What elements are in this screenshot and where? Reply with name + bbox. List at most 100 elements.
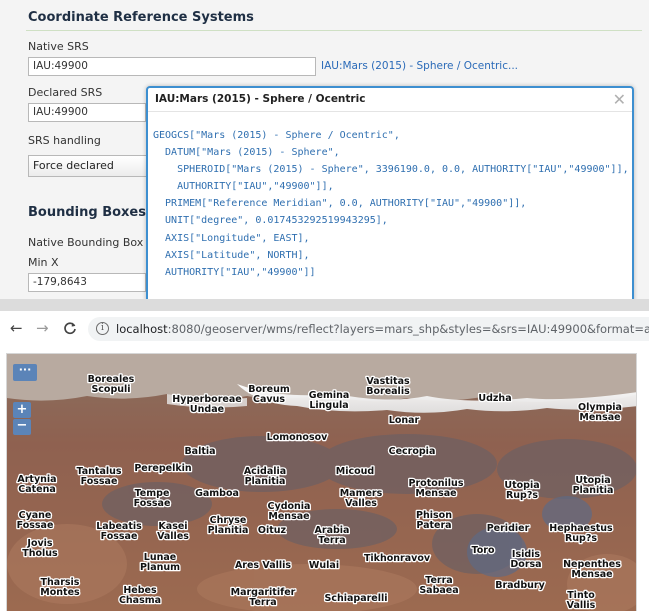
map-feature-label: Nepenthes Mensae [563,559,621,580]
map-feature-label: Cyane Fossae [17,510,54,531]
map-feature-label-line: Planitia [245,476,286,487]
map-feature-label: Phison Patera [416,510,452,531]
map-feature-label: Utopia Planitia [573,475,614,496]
map-feature-label-line: Planitia [208,525,249,536]
map-feature-label-line: Schiaparelli [324,593,387,604]
srs-wkt-popup: IAU:Mars (2015) - Sphere / Ocentric ✕ GE… [146,86,634,299]
map-feature-label: Baltia [184,446,215,457]
address-bar[interactable]: i localhost:8080/geoserver/wms/reflect?l… [88,317,649,341]
minx-label: Min X [28,256,59,269]
map-feature-label-line: Cecropia [389,446,436,457]
map-feature-label: Isidis Dorsa [510,549,541,570]
map-feature-label-line: Mensae [571,569,612,580]
map-feature-label-line: Fossae [17,520,54,531]
map-feature-label-line: Bradbury [495,580,545,591]
layer-config-panel: Coordinate Reference Systems Native SRS … [0,0,649,299]
map-feature-label-line: Sabaea [419,585,458,596]
url-host: localhost [116,322,168,336]
reload-icon[interactable] [63,319,77,339]
map-feature-label-line: Planum [140,562,180,573]
declared-srs-field[interactable]: IAU:49900 [28,103,146,122]
map-feature-label: Tharsis Montes [40,577,80,598]
map-feature-label-line: Tikhonravov [364,553,431,564]
map-feature-label: Gamboa [195,488,239,499]
map-feature-label-line: Fossae [101,531,138,542]
url-path: :8080/geoserver/wms/reflect?layers=mars_… [167,322,649,336]
map-feature-label-line: Rup?s [565,533,597,544]
layer-switcher-button[interactable]: ··· [13,364,37,381]
map-feature-label: Lomonosov [267,432,328,443]
map-feature-label: Tempe Fossae [134,488,171,509]
map-feature-label: Perepelkin [134,463,192,474]
map-feature-label: Artynia Catena [17,474,56,495]
map-feature-label-line: Catena [18,484,56,495]
map-feature-label-line: Udzha [478,393,511,404]
map-feature-label-line: Borealis [366,386,410,397]
mars-map[interactable]: Boreales Scopuli Boreum Cavus Vastitas Boreal… [7,354,637,611]
map-feature-label: Olympia Mensae [578,402,622,423]
map-viewport[interactable]: Boreales Scopuli Boreum Cavus Vastitas Boreal… [6,353,637,611]
map-feature-label-line: Tholus [22,548,58,559]
map-feature-label: Ares Vallis [235,560,291,571]
map-feature-label: Tantalus Fossae [76,466,121,487]
section-divider [26,30,642,31]
native-srs-field[interactable]: IAU:49900 [28,57,316,76]
map-feature-label: Chryse Planitia [208,515,249,536]
map-feature-label-line: Chasma [119,595,161,606]
forward-arrow-icon[interactable]: → [36,319,49,337]
zoom-out-button[interactable]: − [13,419,31,435]
map-feature-label: Oituz [258,525,287,536]
map-feature-label-line: Vallis [567,600,596,611]
map-feature-label-line: Fossae [134,498,171,509]
map-feature-label-line: Lomonosov [267,432,328,443]
map-feature-label-line: Micoud [336,466,374,477]
map-feature-label: Cydonia Mensae [268,501,311,522]
wkt-definition: GEOGCS["Mars (2015) - Sphere / Ocentric"… [153,130,629,278]
map-feature-label-line: Fossae [81,476,118,487]
map-feature-label: Boreales Scopuli [88,374,135,395]
map-feature-label: Wulai [309,560,339,571]
browser-toolbar: ← → i localhost:8080/geoserver/wms/refle… [0,311,649,347]
srs-handling-select[interactable]: Force declared [28,155,158,177]
back-arrow-icon[interactable]: ← [10,319,23,337]
map-feature-label-line: Wulai [309,560,339,571]
zoom-in-button[interactable]: + [13,402,31,418]
map-feature-label-line: Montes [40,587,80,598]
map-feature-label: Toro [472,545,495,556]
map-feature-label: Bradbury [495,580,545,591]
map-feature-label-line: Mensae [579,412,620,423]
map-feature-label: Labeatis Fossae [96,521,142,542]
info-icon[interactable]: i [96,322,109,335]
bounding-boxes-title: Bounding Boxes [28,205,146,220]
map-feature-label-line: Patera [416,520,451,531]
map-feature-label-line: Toro [472,545,495,556]
map-feature-label: Schiaparelli [324,593,387,604]
map-feature-label: Utopia Rup?s [504,480,539,501]
map-feature-label-line: Rup?s [506,490,538,501]
map-feature-label: Tikhonravov [364,553,431,564]
map-feature-label: Boreum Cavus [248,384,290,405]
map-feature-label: Tinto Vallis [567,590,596,611]
map-feature-label-line: Ares Vallis [235,560,291,571]
map-feature-label-line: Lonar [389,415,420,426]
map-feature-label: Hebes Chasma [119,585,161,606]
native-srs-label: Native SRS [28,40,89,53]
map-feature-label-line: Planitia [573,485,614,496]
map-feature-label-line: Lingula [309,400,348,411]
map-feature-label: Udzha [478,393,511,404]
map-feature-label: Gemina Lingula [309,390,350,411]
map-feature-label-line: Terra [318,535,345,546]
close-icon[interactable]: ✕ [613,91,626,109]
minx-field[interactable]: -179,8643 [28,273,146,292]
map-feature-label-line: Mensae [268,511,309,522]
declared-srs-label: Declared SRS [28,86,103,99]
map-feature-label-line: Baltia [184,446,215,457]
map-feature-label-line: Gamboa [195,488,239,499]
map-feature-label-line: Mensae [415,488,456,499]
browser-window: ← → i localhost:8080/geoserver/wms/refle… [0,311,649,611]
map-feature-label: Lunae Planum [140,552,180,573]
map-feature-label-line: Scopuli [91,384,130,395]
popup-title: IAU:Mars (2015) - Sphere / Ocentric [155,93,366,105]
native-srs-link[interactable]: IAU:Mars (2015) - Sphere / Ocentric... [321,60,518,72]
map-feature-label: Cecropia [389,446,436,457]
